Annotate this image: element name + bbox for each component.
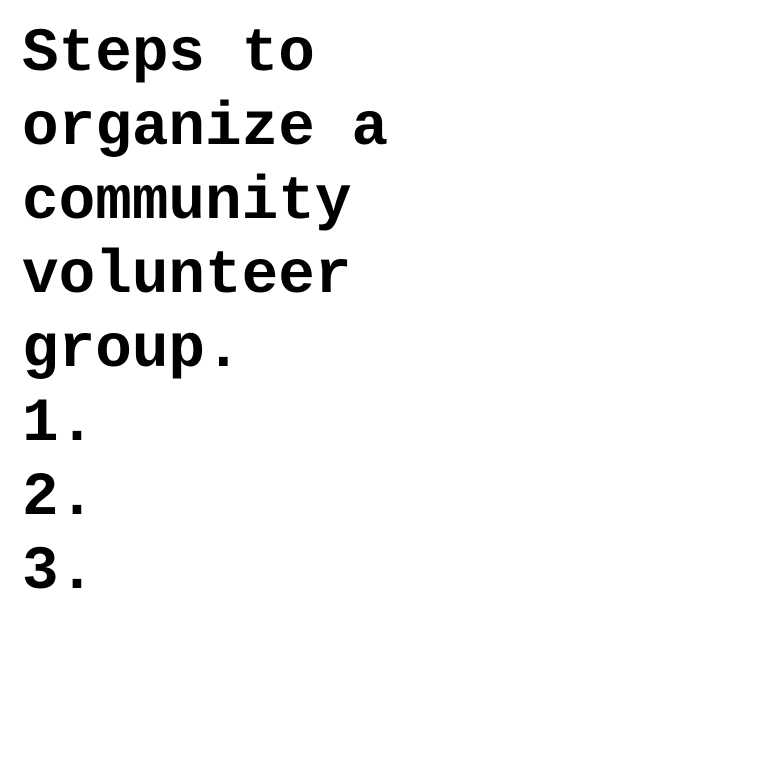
heading-line-3: community <box>22 168 352 237</box>
list-item-3: 3. <box>22 538 96 607</box>
list-item-2: 2. <box>22 464 96 533</box>
heading-line-1: Steps to <box>22 20 315 89</box>
document-body: Steps to organize a community volunteer … <box>22 18 742 610</box>
heading-line-4: volunteer <box>22 242 352 311</box>
heading-line-5: group. <box>22 316 242 385</box>
list-item-1: 1. <box>22 390 96 459</box>
heading-line-2: organize a <box>22 94 389 163</box>
numbered-list: 1. 2. 3. <box>22 388 742 610</box>
prompt-heading: Steps to organize a community volunteer … <box>22 18 742 388</box>
